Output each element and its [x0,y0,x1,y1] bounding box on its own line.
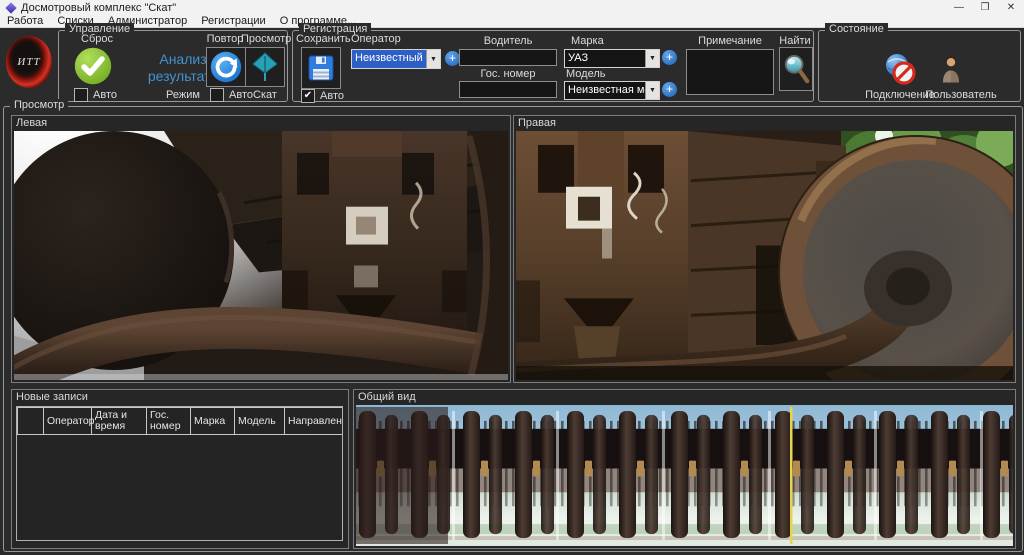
connection-status-icon [883,53,917,85]
menu-item-registrations[interactable]: Регистрации [194,15,273,27]
driver-label: Водитель [459,35,557,47]
add-model-button[interactable]: + [662,82,677,97]
refresh-icon [210,51,242,83]
titlebar: Досмотровый комплекс "Скат" — ❐ ✕ [0,0,1024,15]
auto-reset-checkbox-label: Авто [93,89,117,101]
model-label: Модель [566,68,605,80]
view-group: Просмотр Левая [3,106,1023,552]
view-button[interactable] [245,47,285,87]
new-records-panel: Новые записи Оператор Дата и время Гос. … [11,389,349,549]
model-select-value[interactable]: Неизвестная моде [565,82,645,99]
stingray-icon [252,52,278,82]
skat-label: Скат [247,89,283,101]
user-label: Пользователь [923,89,999,101]
add-brand-button[interactable]: + [662,50,677,65]
repeat-button[interactable] [206,47,246,87]
note-label: Примечание [686,35,774,47]
note-textarea[interactable] [686,49,774,95]
reset-button[interactable] [74,47,112,85]
model-select[interactable]: Неизвестная моде ▼ [564,81,660,100]
new-records-title: Новые записи [12,390,92,406]
user-status-icon [941,54,961,84]
find-button[interactable] [779,47,813,91]
table-header-row: Оператор Дата и время Гос. номер Марка М… [18,408,343,435]
plate-number-input[interactable] [459,81,557,98]
floppy-disk-icon [308,55,334,81]
find-label: Найти [779,35,811,47]
check-icon [74,47,112,85]
registration-group: Регистрация Сохранить ✔ Авто Оператор Не… [292,30,814,102]
person-icon [941,54,961,84]
state-group: Состояние Подключение Пользователь [818,30,1021,102]
left-camera-scene [14,131,508,380]
left-camera-image [14,131,508,380]
column-header-direction[interactable]: Направление [285,408,343,435]
globe-blocked-icon [883,53,917,85]
brand-select[interactable]: УАЗ ▼ [564,49,660,68]
column-header-brand[interactable]: Марка [191,408,235,435]
overview-image [356,405,1013,546]
operator-label: Оператор [351,33,401,45]
chevron-down-icon[interactable]: ▼ [645,50,659,67]
view-group-title: Просмотр [10,99,68,112]
new-records-table: Оператор Дата и время Гос. номер Марка М… [16,406,343,541]
minimize-button[interactable]: — [946,0,972,15]
left-camera-title: Левая [12,116,51,132]
right-camera-scene [516,131,1013,380]
auto-save-checkbox-label: Авто [320,90,344,102]
save-button[interactable] [301,47,341,89]
plate-number-label: Гос. номер [459,68,557,80]
auto-repeat-checkbox-box[interactable] [210,88,224,102]
save-label: Сохранить [296,33,351,45]
column-header-operator[interactable]: Оператор [44,408,92,435]
close-button[interactable]: ✕ [998,0,1024,15]
right-camera-image [516,131,1013,380]
itt-logo: ИТТ [6,36,52,88]
app-diamond-icon [5,2,16,13]
auto-reset-checkbox-box[interactable] [74,88,88,102]
column-header-model[interactable]: Модель [235,408,285,435]
overview-panel: Общий вид [353,389,1016,549]
maximize-button[interactable]: ❐ [972,0,998,15]
column-header-plate[interactable]: Гос. номер [147,408,191,435]
menu-item-work[interactable]: Работа [0,15,50,27]
reset-label: Сброс [69,33,125,45]
left-camera-panel: Левая [11,115,511,383]
view-label: Просмотр [241,33,287,45]
brand-select-value[interactable]: УАЗ [565,50,645,67]
right-camera-title: Правая [514,116,560,132]
app-window: Досмотровый комплекс "Скат" — ❐ ✕ Работа… [0,0,1024,555]
brand-label: Марка [571,35,604,47]
column-header-selector[interactable] [18,408,44,435]
itt-logo-text: ИТТ [17,56,40,68]
auto-save-checkbox-box[interactable]: ✔ [301,89,315,103]
overview-title: Общий вид [354,390,420,406]
column-header-datetime[interactable]: Дата и время [92,408,147,435]
auto-reset-checkbox[interactable]: Авто [74,88,117,102]
chevron-down-icon[interactable]: ▼ [645,82,659,99]
control-group: Управление Сброс Анализ результата Повто… [58,30,288,102]
magnifier-icon [782,53,810,85]
window-title: Досмотровый комплекс "Скат" [21,2,176,14]
auto-save-checkbox[interactable]: ✔ Авто [301,89,344,103]
chevron-down-icon[interactable]: ▼ [426,50,440,68]
overview-scene [356,405,1013,546]
driver-input[interactable] [459,49,557,66]
add-operator-button[interactable]: + [445,51,460,66]
right-camera-panel: Правая [513,115,1016,383]
operator-select-value[interactable]: Неизвестный опер [352,50,426,68]
operator-select[interactable]: Неизвестный опер ▼ [351,49,441,69]
overview-position-marker [790,407,793,544]
state-group-title: Состояние [825,23,888,36]
